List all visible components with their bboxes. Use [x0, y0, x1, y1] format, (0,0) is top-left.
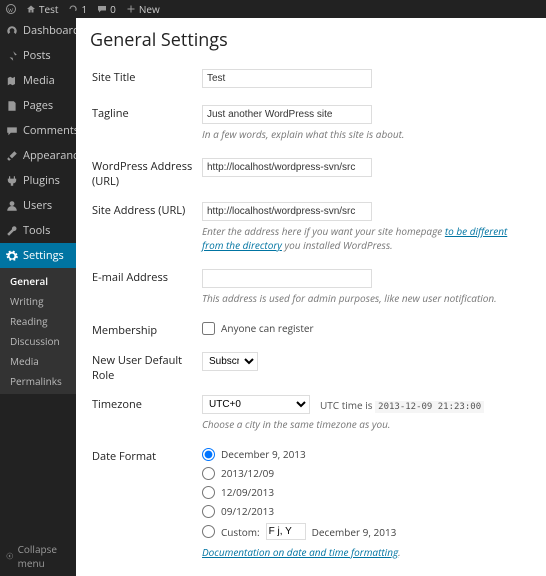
comments-link[interactable]: 0	[97, 2, 116, 16]
utc-time: UTC time is 2013-12-09 21:23:00	[320, 398, 484, 412]
media-icon	[6, 75, 18, 87]
membership-text: Anyone can register	[221, 321, 314, 335]
wp-logo[interactable]	[6, 4, 16, 14]
menu-users[interactable]: Users	[0, 193, 76, 218]
plugin-icon	[6, 175, 18, 187]
menu-label: Posts	[23, 48, 51, 63]
site-title-label: Site Title	[92, 64, 200, 98]
home-icon	[26, 4, 36, 14]
time-format-label: Time Format	[92, 571, 200, 576]
email-desc: This address is used for admin purposes,…	[202, 291, 530, 305]
menu-settings[interactable]: Settings	[0, 243, 76, 268]
menu-label: Tools	[23, 223, 50, 238]
timezone-select[interactable]: UTC+0	[202, 395, 310, 414]
custom-label: Custom:	[221, 525, 260, 539]
menu-tools[interactable]: Tools	[0, 218, 76, 243]
date-format-opt: 12/09/2013	[221, 485, 274, 499]
wrench-icon	[6, 225, 18, 237]
default-role-select[interactable]: Subscriber	[202, 352, 258, 371]
menu-label: Pages	[23, 98, 53, 113]
date-format-radio-3[interactable]	[202, 505, 215, 518]
new-link[interactable]: New	[126, 2, 160, 16]
comment-icon	[6, 125, 18, 137]
menu-label: Dashboard	[23, 23, 80, 38]
submenu-media[interactable]: Media	[0, 351, 76, 371]
menu-appearance[interactable]: Appearance	[0, 143, 76, 168]
comment-count: 0	[110, 2, 116, 16]
user-icon	[6, 200, 18, 212]
date-format-radio-2[interactable]	[202, 486, 215, 499]
site-url-label: Site Address (URL)	[92, 197, 200, 262]
date-format-doc-link[interactable]: Documentation on date and time formattin…	[202, 545, 398, 559]
date-format-radio-custom[interactable]	[202, 525, 215, 538]
page-title: General Settings	[90, 28, 532, 52]
date-format-radio-1[interactable]	[202, 467, 215, 480]
date-format-custom-input[interactable]	[266, 523, 306, 540]
membership-label: Membership	[92, 317, 200, 345]
default-role-label: New User Default Role	[92, 347, 200, 389]
site-url-input[interactable]	[202, 202, 372, 221]
menu-dashboard[interactable]: Dashboard	[0, 18, 76, 43]
email-label: E-mail Address	[92, 264, 200, 315]
brush-icon	[6, 150, 18, 162]
site-link[interactable]: Test	[26, 2, 58, 16]
page-icon	[6, 100, 18, 112]
menu-label: Comments	[23, 123, 79, 138]
settings-submenu: General Writing Reading Discussion Media…	[0, 268, 76, 394]
update-icon	[68, 4, 78, 14]
menu-label: Settings	[23, 248, 64, 263]
tagline-label: Tagline	[92, 100, 200, 151]
date-format-label: Date Format	[92, 443, 200, 569]
submenu-writing[interactable]: Writing	[0, 291, 76, 311]
admin-toolbar: Test 1 0 New	[0, 0, 546, 18]
dashboard-icon	[6, 25, 18, 37]
submenu-general[interactable]: General	[0, 271, 76, 291]
tagline-desc: In a few words, explain what this site i…	[202, 127, 530, 141]
collapse-icon	[6, 551, 14, 561]
timezone-desc: Choose a city in the same timezone as yo…	[202, 417, 530, 431]
timezone-label: Timezone	[92, 391, 200, 441]
comment-icon	[97, 4, 107, 14]
menu-label: Media	[23, 73, 55, 88]
date-format-preview: December 9, 2013	[312, 525, 397, 539]
menu-posts[interactable]: Posts	[0, 43, 76, 68]
site-url-desc: Enter the address here if you want your …	[202, 224, 530, 252]
updates-link[interactable]: 1	[68, 2, 87, 16]
main-content: General Settings Site Title Tagline In a…	[76, 18, 546, 576]
email-input[interactable]	[202, 269, 372, 288]
pin-icon	[6, 50, 18, 62]
membership-checkbox[interactable]	[202, 322, 215, 335]
site-title-input[interactable]	[202, 69, 372, 88]
gear-icon	[6, 250, 18, 262]
collapse-label: Collapse menu	[18, 542, 70, 570]
wp-url-input[interactable]	[202, 158, 372, 177]
date-format-opt: December 9, 2013	[221, 447, 306, 461]
wordpress-icon	[6, 4, 16, 14]
date-format-radio-0[interactable]	[202, 448, 215, 461]
date-format-opt: 2013/12/09	[221, 466, 274, 480]
submenu-discussion[interactable]: Discussion	[0, 331, 76, 351]
site-name: Test	[39, 2, 58, 16]
menu-label: Users	[23, 198, 52, 213]
submenu-reading[interactable]: Reading	[0, 311, 76, 331]
menu-label: Plugins	[23, 173, 60, 188]
menu-pages[interactable]: Pages	[0, 93, 76, 118]
menu-media[interactable]: Media	[0, 68, 76, 93]
plus-icon	[126, 4, 136, 14]
admin-sidebar: Dashboard Posts Media Pages Comments App…	[0, 18, 76, 576]
wp-url-label: WordPress Address (URL)	[92, 153, 200, 195]
new-label: New	[139, 2, 160, 16]
collapse-menu[interactable]: Collapse menu	[0, 536, 76, 576]
date-format-opt: 09/12/2013	[221, 504, 274, 518]
update-count: 1	[81, 2, 87, 16]
menu-comments[interactable]: Comments	[0, 118, 76, 143]
tagline-input[interactable]	[202, 105, 372, 124]
menu-plugins[interactable]: Plugins	[0, 168, 76, 193]
submenu-permalinks[interactable]: Permalinks	[0, 371, 76, 391]
